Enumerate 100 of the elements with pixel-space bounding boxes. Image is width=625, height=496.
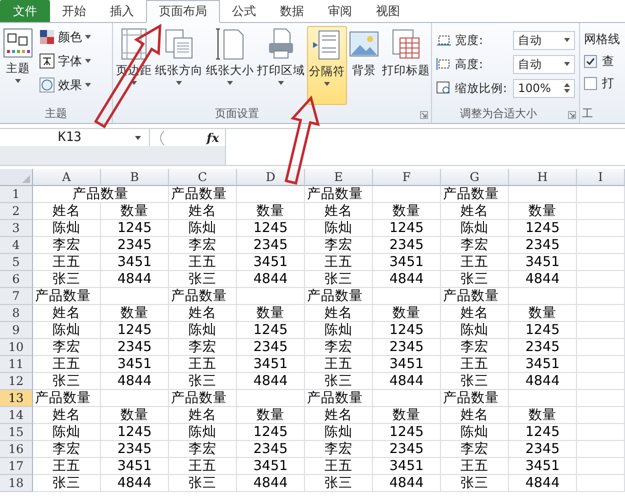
table-cell: 姓名 xyxy=(33,407,101,424)
table-cell: 2345 xyxy=(509,441,577,458)
column-header[interactable]: F xyxy=(373,169,441,186)
column-header[interactable]: G xyxy=(441,169,509,186)
page-icon xyxy=(215,28,245,60)
table-cell: 陈灿 xyxy=(33,322,101,339)
group-label: 工 xyxy=(581,106,594,122)
table-cell: 1245 xyxy=(373,220,441,237)
table-cell xyxy=(509,186,577,203)
dialog-launcher-icon[interactable] xyxy=(420,111,428,119)
ribbon-tab[interactable]: 数据 xyxy=(268,1,316,22)
table-cell: 王五 xyxy=(169,254,237,271)
table-cell: 产品数量 xyxy=(169,390,237,407)
theme-option-button[interactable]: 效果 xyxy=(39,74,91,96)
size-dropdown[interactable]: 自动 xyxy=(513,54,575,74)
row-header[interactable]: 2 xyxy=(0,203,33,220)
row-header[interactable]: 10 xyxy=(0,339,33,356)
table-cell xyxy=(577,424,625,441)
table-cell: 张三 xyxy=(305,373,373,390)
table-cell: 李宏 xyxy=(33,339,101,356)
ribbon-tab[interactable]: 审阅 xyxy=(316,1,364,22)
page-setup-button[interactable]: 纸张方向 xyxy=(154,26,204,105)
column-header[interactable]: B xyxy=(101,169,169,186)
table-cell: 3451 xyxy=(373,458,441,475)
column-header[interactable]: D xyxy=(237,169,305,186)
page-setup-button[interactable]: 背景 xyxy=(348,26,380,105)
row-header[interactable]: 4 xyxy=(0,237,33,254)
row-header[interactable]: 17 xyxy=(0,458,33,475)
checkbox[interactable] xyxy=(584,77,597,90)
row-header[interactable]: 8 xyxy=(0,305,33,322)
column-header[interactable]: A xyxy=(33,169,101,186)
row-header[interactable]: 3 xyxy=(0,220,33,237)
table-cell: 王五 xyxy=(169,356,237,373)
table-cell: 张三 xyxy=(441,475,509,492)
table-cell xyxy=(509,390,577,407)
row-header[interactable]: 12 xyxy=(0,373,33,390)
caret-icon xyxy=(85,59,91,63)
table-cell: 1245 xyxy=(101,220,169,237)
table-cell: 数量 xyxy=(101,305,169,322)
table-cell: 王五 xyxy=(305,356,373,373)
column-header[interactable]: I xyxy=(577,169,625,186)
table-cell: 李宏 xyxy=(441,339,509,356)
theme-option-button[interactable]: 颜色 xyxy=(39,26,91,48)
table-cell: 陈灿 xyxy=(305,322,373,339)
ribbon-tab[interactable]: 视图 xyxy=(364,1,412,22)
row-header[interactable]: 1 xyxy=(0,186,33,203)
table-cell: 4844 xyxy=(237,373,305,390)
ribbon-tab[interactable]: 开始 xyxy=(50,1,98,22)
table-cell: 2345 xyxy=(101,237,169,254)
theme-option-button[interactable]: 字体 xyxy=(39,50,91,72)
table-cell: 2345 xyxy=(509,339,577,356)
circle-icon xyxy=(39,77,55,93)
page-setup-button[interactable]: 纸张大小 xyxy=(205,26,255,105)
table-cell: 数量 xyxy=(373,305,441,322)
row-header[interactable]: 13 xyxy=(0,390,33,407)
row-header[interactable]: 5 xyxy=(0,254,33,271)
table-cell: 张三 xyxy=(169,373,237,390)
triangle-icon xyxy=(22,175,30,183)
scale-spinbox[interactable]: 100% xyxy=(513,78,575,98)
caret-icon xyxy=(85,35,91,39)
table-cell: 1245 xyxy=(101,322,169,339)
row-header[interactable]: 7 xyxy=(0,288,33,305)
row-header[interactable]: 11 xyxy=(0,356,33,373)
table-cell xyxy=(577,288,625,305)
table-icon xyxy=(391,28,421,60)
size-dropdown[interactable]: 自动 xyxy=(513,30,575,50)
page-setup-button[interactable]: 打印标题 xyxy=(381,26,431,105)
table-cell: 4844 xyxy=(237,475,305,492)
row-header[interactable]: 6 xyxy=(0,271,33,288)
checkbox[interactable] xyxy=(584,55,597,68)
column-header[interactable]: H xyxy=(509,169,577,186)
ribbon-tab[interactable]: 公式 xyxy=(220,1,268,22)
row-header[interactable]: 18 xyxy=(0,475,33,492)
themes-button[interactable]: 主题 xyxy=(2,26,34,105)
insert-function-button[interactable]: fx xyxy=(206,130,219,144)
page-break-icon xyxy=(312,29,342,61)
page-setup-button[interactable]: 分隔符 xyxy=(307,26,347,105)
table-cell: 3451 xyxy=(237,356,305,373)
column-header[interactable]: C xyxy=(169,169,237,186)
formula-input[interactable] xyxy=(225,129,625,165)
table-cell: 陈灿 xyxy=(441,322,509,339)
select-all-corner[interactable] xyxy=(0,169,33,186)
table-cell: 产品数量 xyxy=(169,186,237,203)
checkbox-label: 查 xyxy=(602,53,614,70)
table-cell: 王五 xyxy=(441,458,509,475)
dialog-launcher-icon[interactable] xyxy=(568,111,576,119)
ribbon-tab[interactable]: 插入 xyxy=(98,1,146,22)
column-header[interactable]: E xyxy=(305,169,373,186)
file-tab[interactable]: 文件 xyxy=(0,0,50,22)
row-header[interactable]: 9 xyxy=(0,322,33,339)
printer-icon xyxy=(266,28,296,60)
row-header[interactable]: 16 xyxy=(0,441,33,458)
table-cell: 数量 xyxy=(237,407,305,424)
row-header[interactable]: 14 xyxy=(0,407,33,424)
table-cell: 姓名 xyxy=(305,407,373,424)
name-box[interactable]: K13 xyxy=(0,129,150,146)
table-cell: 4844 xyxy=(509,271,577,288)
row-header[interactable]: 15 xyxy=(0,424,33,441)
page-setup-button[interactable]: 打印区域 xyxy=(256,26,306,105)
ribbon-tab[interactable]: 页面布局 xyxy=(146,0,220,23)
